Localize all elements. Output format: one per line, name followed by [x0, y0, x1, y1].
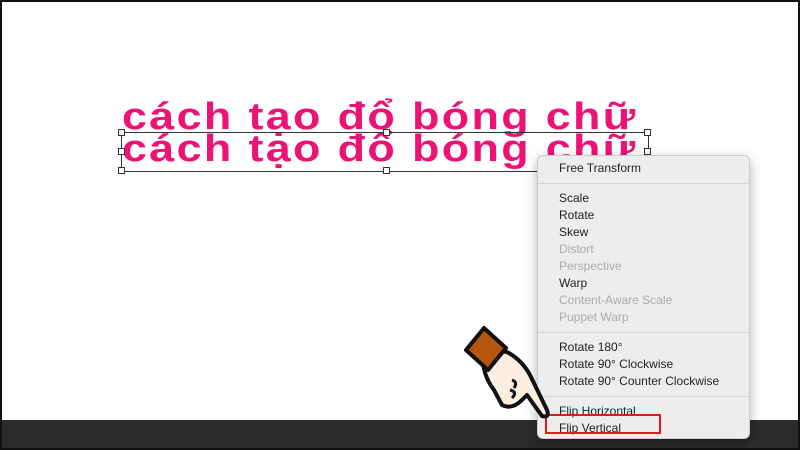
menu-item-distort: Distort: [559, 242, 594, 256]
menu-item-free-transform[interactable]: Free Transform: [538, 160, 749, 177]
transform-handle[interactable]: [118, 148, 125, 155]
menu-item-content-aware-scale: Content-Aware Scale: [559, 293, 673, 307]
menu-item-puppet-warp: Puppet Warp: [559, 310, 629, 324]
transform-handle[interactable]: [644, 148, 651, 155]
menu-item-rotate-180[interactable]: Rotate 180°: [538, 339, 749, 356]
menu-separator: [538, 396, 749, 397]
transform-context-menu: Free Transform Scale Rotate Skew Distort Pers…: [537, 155, 750, 439]
transform-handle[interactable]: [383, 129, 390, 136]
menu-item-rotate[interactable]: Rotate: [538, 207, 749, 224]
transform-handle[interactable]: [118, 129, 125, 136]
pointing-hand-icon: [464, 326, 550, 419]
transform-handle[interactable]: [118, 167, 125, 174]
menu-item-perspective: Perspective: [559, 259, 622, 273]
menu-item-warp[interactable]: Warp: [538, 275, 749, 292]
transform-handle[interactable]: [383, 167, 390, 174]
transform-handle[interactable]: [644, 129, 651, 136]
menu-separator: [538, 332, 749, 333]
menu-item-scale[interactable]: Scale: [538, 190, 749, 207]
menu-item-rotate-90-counter-clockwise[interactable]: Rotate 90° Counter Clockwise: [538, 373, 749, 390]
highlight-box: [545, 414, 661, 434]
menu-item-skew[interactable]: Skew: [538, 224, 749, 241]
menu-separator: [538, 183, 749, 184]
menu-item-rotate-90-clockwise[interactable]: Rotate 90° Clockwise: [538, 356, 749, 373]
